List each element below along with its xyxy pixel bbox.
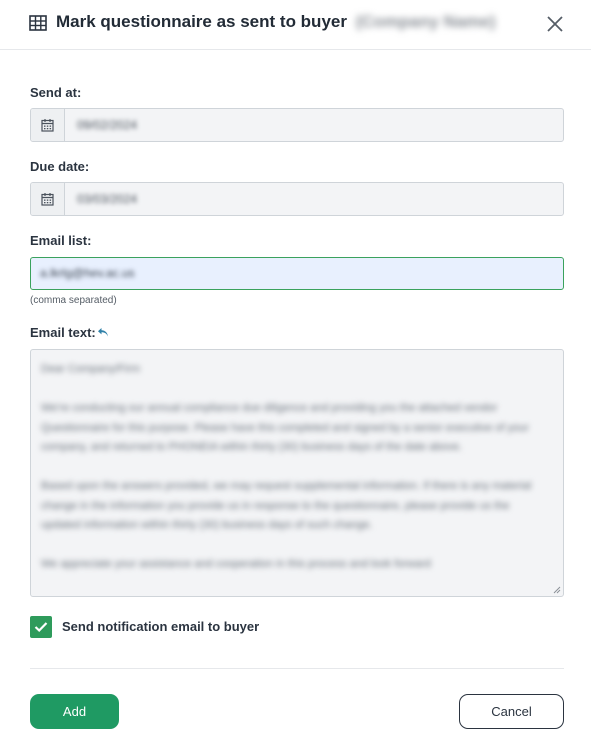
due-date-calendar-button[interactable] — [31, 183, 65, 215]
cancel-button[interactable]: Cancel — [459, 694, 564, 729]
close-icon[interactable] — [544, 13, 566, 35]
calendar-icon — [41, 193, 54, 206]
send-at-field[interactable]: 09/02/2024 — [30, 108, 564, 142]
due-date-field[interactable]: 03/03/2024 — [30, 182, 564, 216]
email-text-paragraph: We appreciate your assistance and cooper… — [41, 558, 431, 570]
email-text-content: Dear Company/Firm We're conducting our a… — [41, 360, 546, 594]
modal-title-text: Mark questionnaire as sent to buyer — [56, 12, 347, 31]
email-text-area[interactable]: Dear Company/Firm We're conducting our a… — [30, 349, 564, 597]
modal-title: Mark questionnaire as sent to buyer (Com… — [56, 12, 496, 32]
email-text-paragraph: Dear Company/Firm — [41, 363, 141, 375]
undo-icon[interactable] — [97, 327, 109, 338]
send-at-label: Send at: — [30, 85, 82, 100]
notify-buyer-label[interactable]: Send notification email to buyer — [62, 619, 259, 634]
footer-divider — [30, 668, 564, 669]
modal-header: Mark questionnaire as sent to buyer (Com… — [0, 0, 591, 50]
email-text-label: Email text: — [30, 325, 96, 340]
resize-grip-icon[interactable] — [553, 586, 561, 594]
email-list-hint: (comma separated) — [30, 295, 117, 306]
email-list-label: Email list: — [30, 233, 92, 248]
email-text-paragraph: We're conducting our annual compliance d… — [41, 402, 529, 453]
due-date-value: 03/03/2024 — [77, 192, 138, 206]
checkmark-icon — [34, 622, 48, 633]
modal-title-company: (Company Name) — [355, 12, 496, 31]
due-date-label: Due date: — [30, 159, 90, 174]
email-list-input[interactable]: a.lkrlg@hev.ac.us — [30, 257, 564, 290]
send-at-value: 09/02/2024 — [77, 118, 138, 132]
calendar-icon — [41, 119, 54, 132]
notify-buyer-checkbox[interactable] — [30, 616, 52, 638]
table-grid-icon — [29, 15, 47, 31]
email-text-paragraph: Based upon the answers provided, we may … — [41, 480, 532, 531]
email-list-value: a.lkrlg@hev.ac.us — [40, 266, 135, 280]
send-at-calendar-button[interactable] — [31, 109, 65, 141]
add-button[interactable]: Add — [30, 694, 119, 729]
